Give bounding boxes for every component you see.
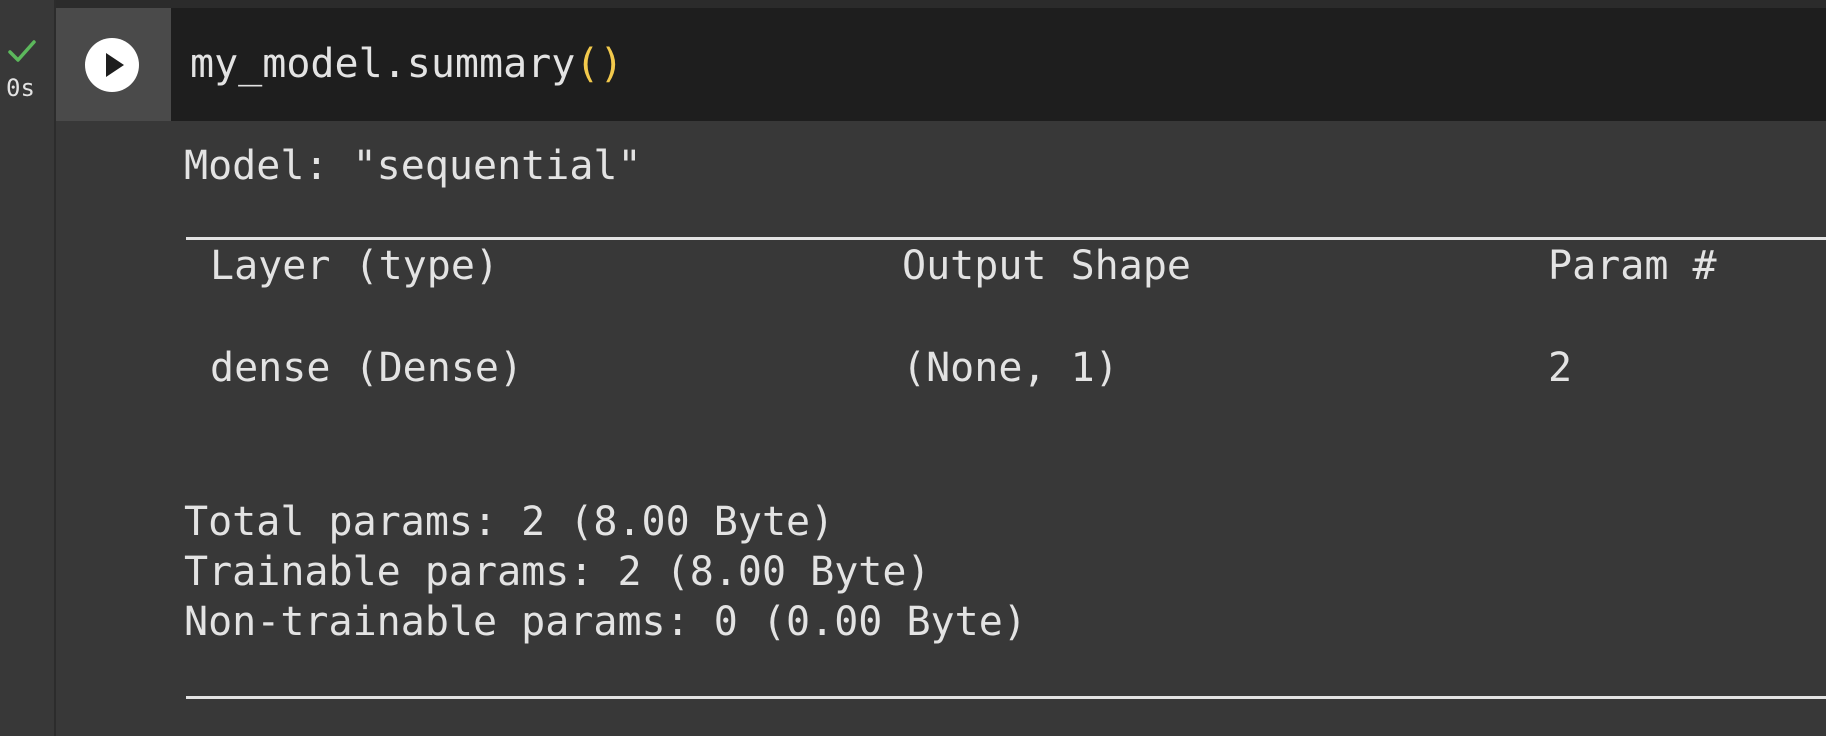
non-trainable-params-line: Non-trainable params: 0 (0.00 Byte) [184,599,1027,645]
top-divider [0,0,1826,8]
row-output-shape: (None, 1) [902,345,1119,391]
code-editor-line[interactable]: my_model.summary() [190,38,623,90]
run-cell-button[interactable] [85,38,139,92]
header-param-count: Param # [1548,243,1717,289]
row-param-count: 2 [1548,345,1573,391]
check-icon [8,40,36,62]
footer-separator: ========================================… [186,466,1826,480]
bottom-rule [186,696,1826,699]
row-layer-type: dense (Dense) [210,345,524,391]
header-separator: ========================================… [186,312,1826,326]
total-params-line: Total params: 2 (8.00 Byte) [184,499,835,545]
cell-output: Model: "sequential" Layer (type) Output … [56,121,1826,736]
code-parens: () [575,41,624,87]
trainable-params-line: Trainable params: 2 (8.00 Byte) [184,549,931,595]
top-rule [186,237,1826,240]
code-cell[interactable]: my_model.summary() [56,8,1826,121]
run-area [56,8,171,121]
cell-gutter: 0s [0,0,56,736]
code-text: my_model.summary [190,41,576,87]
play-icon [106,53,124,77]
header-layer-type: Layer (type) [210,243,499,289]
execution-time: 0s [6,74,35,102]
model-name-line: Model: "sequential" [184,143,642,189]
header-output-shape: Output Shape [902,243,1191,289]
